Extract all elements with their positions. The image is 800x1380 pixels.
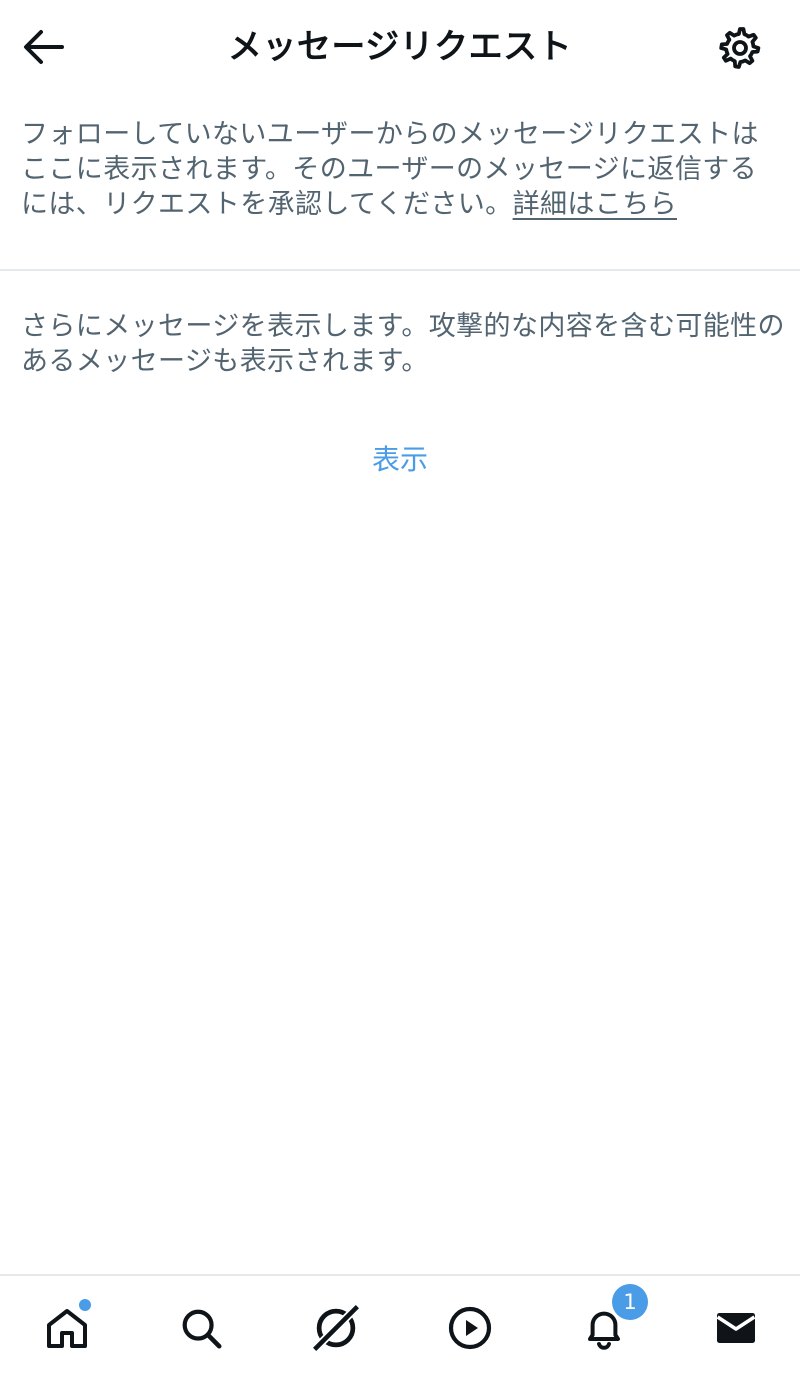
nav-search[interactable] — [169, 1296, 233, 1360]
nav-video[interactable] — [438, 1296, 502, 1360]
settings-button[interactable] — [712, 22, 768, 74]
learn-more-link[interactable]: 詳細はこちら — [513, 189, 677, 220]
request-info: フォローしていないユーザーからのメッセージリクエストはここに表示されます。そのユ… — [21, 117, 781, 222]
divider — [0, 269, 800, 271]
home-icon — [47, 1309, 87, 1348]
nav-home[interactable] — [35, 1296, 99, 1360]
notification-badge: 1 — [612, 1284, 648, 1320]
top-bar: メッセージリクエスト — [0, 0, 800, 94]
search-icon — [182, 1309, 222, 1349]
more-messages-description: さらにメッセージを表示します。攻撃的な内容を含む可能性のあるメッセージも表示され… — [21, 311, 785, 377]
show-button[interactable]: 表示 — [330, 434, 470, 486]
play-icon — [448, 1306, 492, 1350]
bottom-nav: 1 — [0, 1274, 800, 1380]
page-title: メッセージリクエスト — [227, 27, 573, 67]
mail-icon — [716, 1313, 756, 1343]
home-notification-dot — [79, 1299, 91, 1311]
nav-notifications[interactable]: 1 — [572, 1284, 648, 1360]
nav-spaces[interactable] — [304, 1296, 368, 1360]
gear-icon — [719, 27, 761, 69]
spaces-icon — [311, 1303, 361, 1353]
nav-messages[interactable] — [704, 1296, 768, 1360]
back-arrow-icon — [24, 30, 64, 64]
back-button[interactable] — [18, 24, 68, 70]
